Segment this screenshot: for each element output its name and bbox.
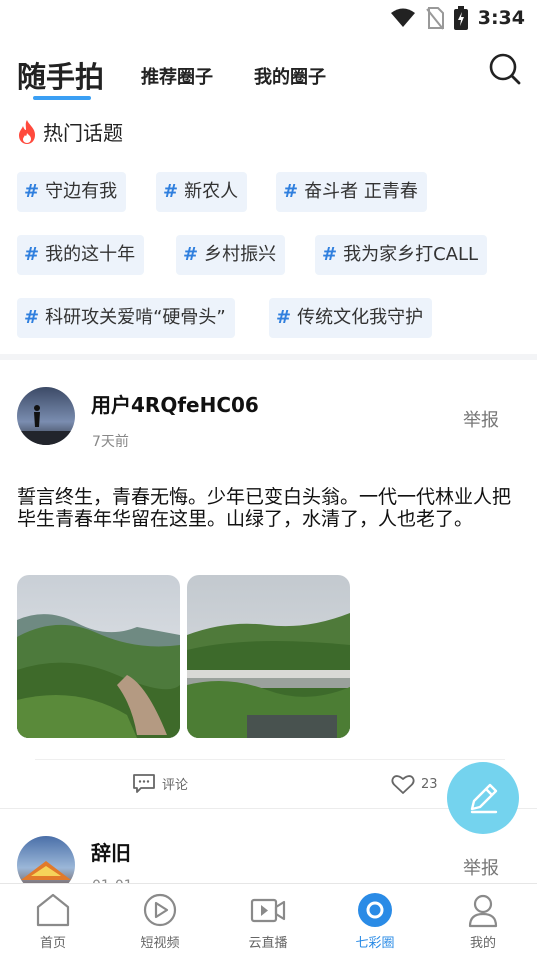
post-actions-divider: [35, 759, 505, 760]
like-count: 23: [421, 777, 438, 792]
topic-chip[interactable]: # 传统文化我守护: [269, 298, 433, 338]
hash-icon: #: [163, 181, 179, 202]
post-image[interactable]: [187, 575, 350, 738]
bottom-nav: 首页 短视频 云直播 七彩圈 我的: [0, 883, 537, 956]
comment-icon: [133, 774, 155, 793]
report-button[interactable]: 举报: [463, 854, 499, 880]
home-icon: [36, 893, 70, 927]
report-button[interactable]: 举报: [463, 406, 499, 432]
nav-label: 短视频: [140, 936, 180, 951]
create-post-button[interactable]: [447, 762, 519, 834]
live-video-icon: [250, 898, 286, 923]
hash-icon: #: [24, 181, 40, 202]
battery-charging-icon: [453, 6, 468, 30]
post-image[interactable]: [17, 575, 180, 738]
circle-dot-icon: [358, 893, 392, 927]
avatar[interactable]: [17, 387, 75, 445]
topic-chip[interactable]: # 乡村振兴: [176, 235, 286, 275]
status-bar: 3:34: [0, 0, 537, 36]
topic-chip[interactable]: # 我的这十年: [17, 235, 145, 275]
nav-item-profile[interactable]: 我的: [443, 892, 523, 951]
post-timestamp: 7天前: [92, 434, 129, 450]
topic-chip[interactable]: # 新农人: [156, 172, 248, 212]
nav-label: 我的: [469, 936, 496, 951]
play-circle-icon: [143, 893, 177, 927]
hash-icon: #: [183, 244, 199, 265]
status-time: 3:34: [477, 7, 525, 29]
nav-label: 云直播: [248, 936, 288, 951]
nav-item-home[interactable]: 首页: [13, 892, 93, 951]
post-text: 誓言终生，青春无悔。少年已变白头翁。一代一代林业人把毕生青春年华留在这里。山绿了…: [17, 486, 512, 530]
topic-chip[interactable]: # 奋斗者 正青春: [276, 172, 427, 212]
tab-snapshot[interactable]: 随手拍: [17, 54, 104, 96]
wifi-icon: [390, 8, 415, 27]
hash-icon: #: [322, 244, 338, 265]
post-username[interactable]: 辞旧: [91, 837, 131, 866]
nav-label: 七彩圈: [355, 936, 395, 951]
like-button[interactable]: 23: [391, 774, 438, 795]
hot-topics-heading: 热门话题: [16, 117, 123, 146]
fire-icon: [19, 119, 35, 144]
topic-chip[interactable]: # 守边有我: [17, 172, 127, 212]
nav-item-live[interactable]: 云直播: [228, 892, 308, 951]
nav-label: 首页: [39, 936, 66, 951]
topic-chip[interactable]: # 科研攻关爱啃“硬骨头”: [17, 298, 235, 338]
search-icon[interactable]: [488, 52, 522, 86]
hash-icon: #: [276, 307, 292, 328]
section-divider: [0, 354, 537, 360]
nav-item-circle[interactable]: 七彩圈: [335, 892, 415, 951]
comment-label: 评论: [162, 778, 189, 793]
post-username[interactable]: 用户4RQfeHC06: [91, 389, 259, 418]
active-tab-indicator: [33, 96, 91, 100]
top-tab-bar: 随手拍 推荐圈子 我的圈子: [0, 44, 537, 104]
heart-icon: [391, 775, 415, 794]
hot-topics-title: 热门话题: [43, 121, 123, 145]
pencil-edit-icon: [470, 783, 498, 814]
hash-icon: #: [24, 244, 40, 265]
no-sim-icon: [425, 7, 444, 30]
tab-my-circles[interactable]: 我的圈子: [254, 63, 326, 89]
user-icon: [468, 894, 498, 928]
comment-button[interactable]: 评论: [132, 773, 188, 794]
hash-icon: #: [24, 307, 40, 328]
topic-chip[interactable]: # 我为家乡打CALL: [315, 235, 488, 275]
nav-item-short-video[interactable]: 短视频: [120, 892, 200, 951]
tab-recommended-circles[interactable]: 推荐圈子: [141, 63, 213, 89]
status-icons: 3:34: [390, 6, 525, 30]
hash-icon: #: [283, 181, 299, 202]
